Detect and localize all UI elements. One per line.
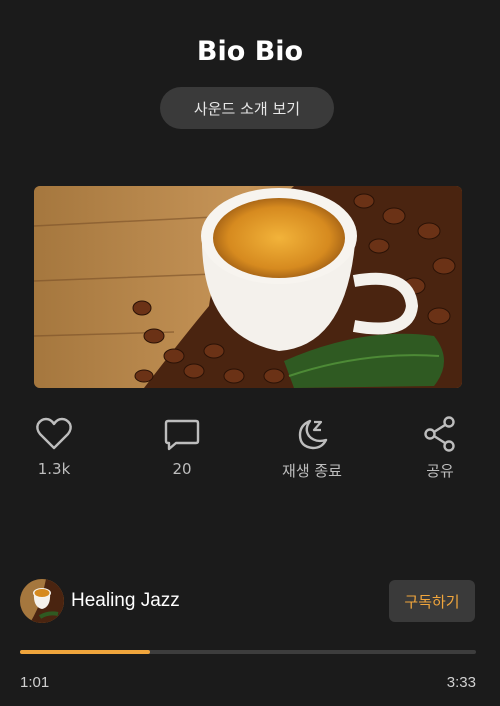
sleep-timer-label: 재생 종료 [282,462,342,480]
heart-icon [36,417,72,450]
total-time: 3:33 [446,674,476,691]
share-button[interactable]: 공유 [390,416,490,481]
comment-count: 20 [172,460,192,478]
channel-name[interactable]: Healing Jazz [71,590,180,612]
like-button[interactable]: 1.3k [4,416,104,478]
comment-icon [164,419,200,451]
progress-fill [20,650,151,654]
subscribe-button[interactable]: 구독하기 [389,580,475,622]
page-title: Bio Bio [196,36,304,67]
comment-button[interactable]: 20 [132,416,232,478]
current-time: 1:01 [20,674,50,691]
cover-image [34,186,462,388]
sleep-timer-button[interactable]: 재생 종료 [262,416,362,481]
sound-intro-button[interactable]: 사운드 소개 보기 [160,87,334,129]
like-count: 1.3k [37,460,71,478]
progress-bar[interactable] [20,650,476,654]
share-label: 공유 [426,462,454,480]
share-icon [424,416,455,452]
sleep-timer-icon [298,419,328,450]
channel-avatar[interactable] [20,579,64,623]
